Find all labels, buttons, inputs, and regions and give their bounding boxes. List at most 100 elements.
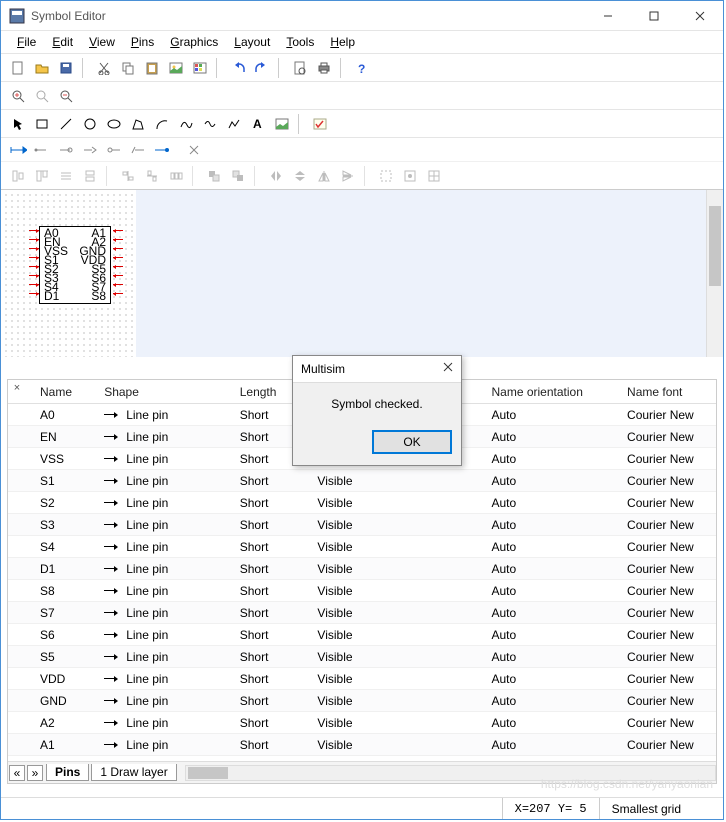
copy-icon[interactable] bbox=[117, 57, 139, 79]
maximize-button[interactable] bbox=[631, 1, 677, 31]
canvas[interactable]: A0A1ENA2VSSGNDS1VDDS2S5S3S6S4S7D1S8 bbox=[1, 189, 723, 357]
cell-shape: Line pin bbox=[96, 626, 232, 644]
help-icon[interactable]: ? bbox=[351, 57, 373, 79]
linepin-icon bbox=[104, 499, 120, 507]
bezier-icon[interactable] bbox=[175, 113, 197, 135]
close-panel-icon[interactable]: × bbox=[10, 382, 24, 396]
tab-pins[interactable]: Pins bbox=[46, 764, 89, 781]
pin-tool-6-icon[interactable] bbox=[127, 139, 149, 161]
polygon-icon[interactable] bbox=[127, 113, 149, 135]
menu-layout[interactable]: Layout bbox=[228, 33, 276, 51]
menu-pins[interactable]: Pins bbox=[125, 33, 160, 51]
save-icon[interactable] bbox=[55, 57, 77, 79]
redo-icon[interactable] bbox=[251, 57, 273, 79]
palette-icon[interactable] bbox=[189, 57, 211, 79]
align-1-icon[interactable] bbox=[7, 165, 29, 187]
dialog-close-icon[interactable] bbox=[443, 362, 453, 376]
pointer-icon[interactable] bbox=[7, 113, 29, 135]
group-2-icon[interactable] bbox=[227, 165, 249, 187]
tab-last-icon[interactable]: » bbox=[27, 765, 43, 781]
pin-tool-1-icon[interactable] bbox=[7, 139, 29, 161]
table-row[interactable]: GNDLine pinShortVisibleAutoCourier New bbox=[8, 690, 716, 712]
menu-file[interactable]: File bbox=[11, 33, 42, 51]
arc-icon[interactable] bbox=[151, 113, 173, 135]
cell-shape: Line pin bbox=[96, 406, 232, 424]
table-row[interactable]: D1Line pinShortVisibleAutoCourier New bbox=[8, 558, 716, 580]
symbol-preview[interactable]: A0A1ENA2VSSGNDS1VDDS2S5S3S6S4S7D1S8 bbox=[39, 226, 111, 304]
image-icon[interactable] bbox=[165, 57, 187, 79]
col-shape[interactable]: Shape bbox=[96, 381, 232, 403]
dist-2-icon[interactable] bbox=[141, 165, 163, 187]
table-row[interactable]: S4Line pinShortVisibleAutoCourier New bbox=[8, 536, 716, 558]
menu-view[interactable]: View bbox=[83, 33, 121, 51]
table-row[interactable]: A1Line pinShortVisibleAutoCourier New bbox=[8, 734, 716, 756]
mirror-v-icon[interactable] bbox=[337, 165, 359, 187]
minimize-button[interactable] bbox=[585, 1, 631, 31]
circle-icon[interactable] bbox=[79, 113, 101, 135]
pin-tool-5-icon[interactable] bbox=[103, 139, 125, 161]
table-row[interactable]: S3Line pinShortVisibleAutoCourier New bbox=[8, 514, 716, 536]
table-row[interactable]: VDDLine pinShortVisibleAutoCourier New bbox=[8, 668, 716, 690]
col-name[interactable]: Name bbox=[32, 381, 96, 403]
col-font[interactable]: Name font bbox=[619, 381, 716, 403]
ok-button[interactable]: OK bbox=[373, 431, 451, 453]
close-toolbar-icon[interactable] bbox=[187, 143, 201, 157]
zoom-out-icon[interactable] bbox=[55, 85, 77, 107]
table-row[interactable]: S5Line pinShortVisibleAutoCourier New bbox=[8, 646, 716, 668]
pin-tool-2-icon[interactable] bbox=[31, 139, 53, 161]
align-2-icon[interactable] bbox=[31, 165, 53, 187]
cell-length: Short bbox=[232, 604, 310, 622]
table-row[interactable]: S8Line pinShortVisibleAutoCourier New bbox=[8, 580, 716, 602]
zoom-fit-icon[interactable] bbox=[31, 85, 53, 107]
open-icon[interactable] bbox=[31, 57, 53, 79]
polyline-icon[interactable] bbox=[223, 113, 245, 135]
table-row[interactable]: S2Line pinShortVisibleAutoCourier New bbox=[8, 492, 716, 514]
titlebar: Symbol Editor bbox=[1, 1, 723, 31]
menu-help[interactable]: Help bbox=[324, 33, 361, 51]
group-1-icon[interactable] bbox=[203, 165, 225, 187]
text-icon[interactable]: A bbox=[247, 113, 269, 135]
table-row[interactable]: A2Line pinShortVisibleAutoCourier New bbox=[8, 712, 716, 734]
flip-h-icon[interactable] bbox=[265, 165, 287, 187]
table-row[interactable]: S6Line pinShortVisibleAutoCourier New bbox=[8, 624, 716, 646]
bitmap-icon[interactable] bbox=[271, 113, 293, 135]
paste-icon[interactable] bbox=[141, 57, 163, 79]
col-orient[interactable]: Name orientation bbox=[484, 381, 620, 403]
tab-drawlayer[interactable]: 1 Draw layer bbox=[91, 764, 176, 781]
check-icon[interactable] bbox=[309, 113, 331, 135]
line-icon[interactable] bbox=[55, 113, 77, 135]
zoom-in-icon[interactable] bbox=[7, 85, 29, 107]
snap-2-icon[interactable] bbox=[399, 165, 421, 187]
pin-tool-3-icon[interactable] bbox=[55, 139, 77, 161]
dialog-message: Symbol checked. bbox=[293, 383, 461, 425]
table-row[interactable]: S7Line pinShortVisibleAutoCourier New bbox=[8, 602, 716, 624]
pin-tool-4-icon[interactable] bbox=[79, 139, 101, 161]
align-4-icon[interactable] bbox=[79, 165, 101, 187]
tab-first-icon[interactable]: « bbox=[9, 765, 25, 781]
dist-3-icon[interactable] bbox=[165, 165, 187, 187]
table-row[interactable]: S1Line pinShortVisibleAutoCourier New bbox=[8, 470, 716, 492]
undo-icon[interactable] bbox=[227, 57, 249, 79]
menubar: File Edit View Pins Graphics Layout Tool… bbox=[1, 31, 723, 53]
snap-3-icon[interactable] bbox=[423, 165, 445, 187]
snap-1-icon[interactable] bbox=[375, 165, 397, 187]
flip-v-icon[interactable] bbox=[289, 165, 311, 187]
cut-icon[interactable] bbox=[93, 57, 115, 79]
preview-icon[interactable] bbox=[289, 57, 311, 79]
close-button[interactable] bbox=[677, 1, 723, 31]
cell-font: Courier New bbox=[619, 538, 716, 556]
ellipse-icon[interactable] bbox=[103, 113, 125, 135]
dist-1-icon[interactable] bbox=[117, 165, 139, 187]
cell-shape: Line pin bbox=[96, 472, 232, 490]
mirror-h-icon[interactable] bbox=[313, 165, 335, 187]
new-icon[interactable] bbox=[7, 57, 29, 79]
menu-tools[interactable]: Tools bbox=[280, 33, 320, 51]
menu-graphics[interactable]: Graphics bbox=[164, 33, 224, 51]
vscrollbar[interactable] bbox=[706, 190, 723, 357]
print-icon[interactable] bbox=[313, 57, 335, 79]
spline-icon[interactable] bbox=[199, 113, 221, 135]
align-3-icon[interactable] bbox=[55, 165, 77, 187]
menu-edit[interactable]: Edit bbox=[46, 33, 79, 51]
pin-tool-7-icon[interactable] bbox=[151, 139, 173, 161]
rect-icon[interactable] bbox=[31, 113, 53, 135]
